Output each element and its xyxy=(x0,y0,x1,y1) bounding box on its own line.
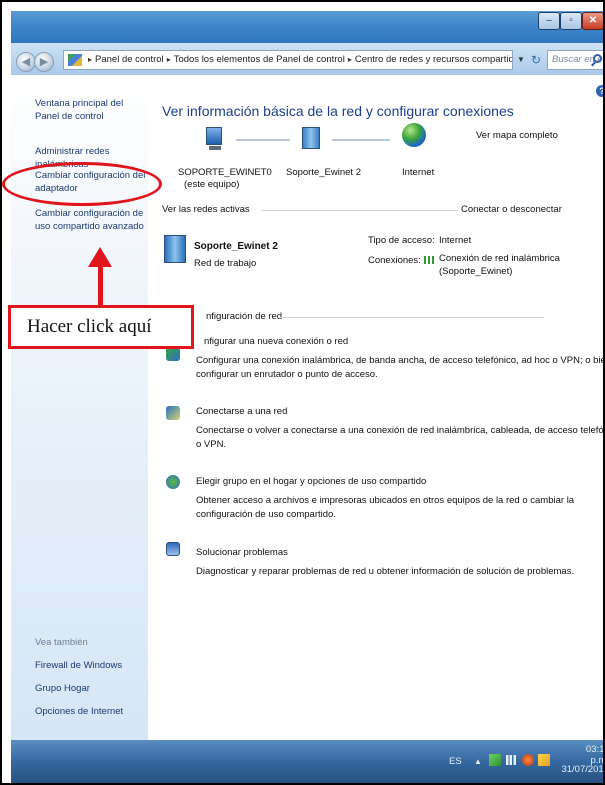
address-bar[interactable]: ▸ Panel de control ▸ Todos los elementos de… xyxy=(63,50,513,70)
clock-date[interactable]: 31/07/2013 xyxy=(559,764,603,775)
task-troubleshoot-link[interactable]: Solucionar problemas xyxy=(196,547,288,558)
computer-icon[interactable] xyxy=(206,127,222,150)
tray-app-icon[interactable] xyxy=(489,754,501,766)
link-homegroup[interactable]: Grupo Hogar xyxy=(35,682,150,695)
tray-notification-icon[interactable] xyxy=(538,754,550,766)
network-building-icon xyxy=(164,235,186,263)
internet-globe-icon[interactable] xyxy=(402,123,426,147)
callout-box: Hacer click aquí xyxy=(8,305,194,349)
network-icon[interactable] xyxy=(302,127,320,149)
task-troubleshoot-desc: Diagnosticar y reparar problemas de red … xyxy=(196,566,575,577)
window-title-bar: – ▫ ✕ xyxy=(11,11,603,43)
computer-sub-label: (este equipo) xyxy=(184,179,240,190)
network-name-map: Soporte_Ewinet 2 xyxy=(286,167,361,178)
access-type-value: Internet xyxy=(439,235,472,246)
refresh-button[interactable]: ↻ xyxy=(528,50,544,70)
network-type-link[interactable]: Red de trabajo xyxy=(194,258,256,269)
close-button[interactable]: ✕ xyxy=(582,12,603,30)
breadcrumb-network-center[interactable]: Centro de redes y recursos compartidos xyxy=(355,54,512,65)
screenshot-frame: – ▫ ✕ ◀ ▶ ▸ Panel de control ▸ Todos los el… xyxy=(0,0,605,785)
page-title: Ver información básica de la red y confi… xyxy=(162,103,514,119)
breadcrumb-separator: ▸ xyxy=(166,55,171,64)
address-dropdown-icon[interactable]: ▼ xyxy=(514,50,528,70)
connect-network-icon xyxy=(166,406,180,420)
divider xyxy=(262,210,458,211)
task-connect-desc: o VPN. xyxy=(196,439,227,450)
troubleshoot-icon xyxy=(166,542,180,556)
change-settings-heading: nfiguración de red xyxy=(206,311,283,322)
task-connect-link[interactable]: Conectarse a una red xyxy=(196,406,287,417)
show-hidden-icons-icon[interactable]: ▲ xyxy=(474,757,482,766)
link-firewall[interactable]: Firewall de Windows xyxy=(35,659,150,672)
breadcrumb-separator: ▸ xyxy=(347,55,352,64)
network-signal-icon[interactable] xyxy=(506,755,516,765)
search-icon[interactable] xyxy=(593,54,602,63)
task-new-connection-desc: Configurar una conexión inalámbrica, de … xyxy=(196,355,605,366)
new-connection-icon xyxy=(166,347,180,361)
maximize-button[interactable]: ▫ xyxy=(560,12,582,30)
arrow-shaft xyxy=(98,264,103,306)
taskbar: ES ▲ 03:11 p.m. 31/07/2013 xyxy=(11,740,603,783)
task-new-connection-desc: configurar un enrutador o punto de acces… xyxy=(196,369,378,380)
computer-name: SOPORTE_EWINET0 xyxy=(178,167,272,178)
task-homegroup-desc: Obtener acceso a archivos e impresoras u… xyxy=(196,495,575,506)
active-network-name: Soporte_Ewinet 2 xyxy=(194,241,278,252)
search-input[interactable]: Buscar en e... xyxy=(547,50,603,70)
wireless-signal-icon xyxy=(424,256,434,264)
control-panel-icon xyxy=(68,54,82,66)
help-icon[interactable]: ? xyxy=(596,85,603,97)
wireless-connection-ssid[interactable]: (Soporte_Ewinet) xyxy=(439,266,512,277)
map-connector-line xyxy=(236,139,290,141)
map-connector-line xyxy=(332,139,390,141)
homegroup-icon xyxy=(166,475,180,489)
view-full-map-link[interactable]: Ver mapa completo xyxy=(476,130,558,141)
action-center-icon[interactable] xyxy=(522,754,534,766)
breadcrumb-separator: ▸ xyxy=(88,55,93,64)
connect-disconnect-link[interactable]: Conectar o desconectar xyxy=(461,204,562,215)
link-advanced-sharing[interactable]: Cambiar configuración de uso compartido … xyxy=(35,207,150,233)
link-internet-options[interactable]: Opciones de Internet xyxy=(35,705,150,718)
main-content: ? Ver información básica de la red y con… xyxy=(148,75,605,740)
breadcrumb-all-items[interactable]: Todos los elementos de Panel de control xyxy=(174,54,345,65)
internet-label: Internet xyxy=(402,167,435,178)
minimize-button[interactable]: – xyxy=(538,12,560,30)
address-toolbar: ◀ ▶ ▸ Panel de control ▸ Todos los elemento… xyxy=(11,43,603,76)
see-also-heading: Vea también xyxy=(35,637,88,648)
highlight-ellipse xyxy=(2,162,162,206)
wireless-connection-link[interactable]: Conexión de red inalámbrica xyxy=(439,253,560,264)
language-indicator[interactable]: ES xyxy=(449,756,462,767)
divider xyxy=(280,317,544,318)
clock-time[interactable]: 03:11 p.m. xyxy=(569,744,603,766)
access-type-label: Tipo de acceso: xyxy=(368,235,435,246)
task-homegroup-link[interactable]: Elegir grupo en el hogar y opciones de u… xyxy=(196,476,426,487)
forward-button[interactable]: ▶ xyxy=(34,52,54,72)
link-control-panel-home[interactable]: Ventana principal del Panel de control xyxy=(35,97,150,123)
breadcrumb-control-panel[interactable]: Panel de control xyxy=(95,54,164,65)
task-homegroup-desc: configuración de uso compartido. xyxy=(196,509,336,520)
task-new-connection-link[interactable]: nfigurar una nueva conexión o red xyxy=(204,336,348,347)
active-networks-label: Ver las redes activas xyxy=(162,204,250,215)
connections-label: Conexiones: xyxy=(368,255,421,266)
task-connect-desc: Conectarse o volver a conectarse a una c… xyxy=(196,425,605,436)
back-button[interactable]: ◀ xyxy=(16,52,36,72)
